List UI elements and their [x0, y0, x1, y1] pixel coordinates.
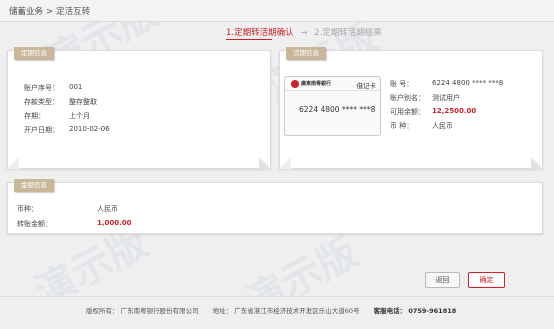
panel-title: 活期信息: [286, 47, 326, 60]
row-label: 账户序号：: [24, 84, 59, 92]
row-value: 2010-02-06: [69, 125, 110, 133]
footer-address: 地址： 广东省湛江市经济技术开发区乐山大道60号: [212, 307, 360, 315]
info-row: 开户日期：: [24, 125, 59, 135]
row-label: 转账金额：: [17, 220, 52, 228]
row-value: 人民币: [432, 122, 453, 130]
amount-panel: 金额信息 币种： 人民币 转账金额： 1,000.00: [7, 179, 543, 234]
page-fold: [531, 157, 543, 169]
available-balance: 12,2500.00: [432, 107, 477, 115]
row-label: 存期：: [24, 112, 45, 120]
footer-info: 版权所有： 广东南粤银行股份有限公司 地址： 广东省湛江市经济技术开发区乐山大道…: [86, 305, 468, 315]
card-number: 6224 4800 **** ***8: [299, 105, 376, 114]
info-row: 存期：: [24, 111, 45, 121]
info-row: 存款类型：: [24, 97, 59, 107]
back-button[interactable]: 返回: [425, 272, 460, 288]
row-value: 人民币: [97, 205, 118, 213]
panel-title: 金额信息: [14, 179, 54, 192]
step-result: 2.定期转活期结果: [314, 28, 382, 38]
row-label: 可用余额：: [390, 108, 425, 116]
info-row: 账户别名：: [390, 93, 425, 103]
step-active-underline: [226, 39, 272, 40]
info-row: 账 号：: [390, 79, 413, 89]
row-label: 币种：: [17, 205, 38, 213]
row-label: 开户日期：: [24, 126, 59, 134]
breadcrumb: 储蓄业务 > 定活互转: [9, 5, 90, 17]
breadcrumb-separator: >: [46, 7, 54, 17]
page-fold: [7, 157, 19, 169]
step-confirm: 1.定期转活期确认: [226, 28, 294, 38]
transfer-amount: 1,000.00: [97, 219, 132, 227]
row-label: 账户别名：: [390, 94, 425, 102]
breadcrumb-current: 定活互转: [56, 7, 91, 17]
card-bank-name: 廣東南粵銀行: [301, 81, 332, 87]
row-value: 6224 4800 **** ***8: [432, 79, 504, 87]
info-row: 币种：: [17, 204, 38, 214]
card-header: 廣東南粵銀行 借记卡: [285, 77, 382, 91]
panel-title: 定期信息: [14, 47, 54, 60]
info-row: 转账金额：: [17, 219, 52, 229]
row-label: 币 种：: [390, 122, 414, 130]
row-label: 存款类型：: [24, 98, 59, 106]
step-arrow-icon: →: [300, 28, 308, 38]
top-bar: 储蓄业务 > 定活互转: [0, 0, 554, 22]
row-value: 测试用户: [432, 94, 460, 102]
row-value: 上个月: [69, 112, 90, 120]
footer-hotline: 客服电话： 0759-961818: [373, 307, 457, 315]
page-fold: [279, 157, 291, 169]
fixed-deposit-panel: 定期信息 账户序号： 001 存款类型： 整存整取 存期： 上个月 开户日期： …: [7, 47, 271, 169]
info-row: 账户序号：: [24, 83, 59, 93]
row-value: 整存整取: [69, 98, 97, 106]
step-indicator: 1.定期转活期确认 → 2.定期转活期结果: [226, 26, 382, 38]
info-row: 币 种：: [390, 121, 413, 131]
bank-logo-icon: [291, 80, 299, 88]
row-label: 账 号：: [390, 80, 414, 88]
breadcrumb-root[interactable]: 储蓄业务: [9, 7, 43, 17]
bank-card: 廣東南粵銀行 借记卡 6224 4800 **** ***8: [284, 76, 382, 136]
row-value: 001: [69, 83, 83, 91]
footer-copyright: 版权所有： 广东南粤银行股份有限公司: [86, 307, 199, 315]
page-fold: [259, 157, 271, 169]
confirm-button[interactable]: 确定: [468, 272, 505, 288]
footer: 版权所有： 广东南粤银行股份有限公司 地址： 广东省湛江市经济技术开发区乐山大道…: [0, 296, 554, 329]
card-type: 借记卡: [356, 82, 377, 90]
info-row: 可用余额：: [390, 107, 425, 117]
